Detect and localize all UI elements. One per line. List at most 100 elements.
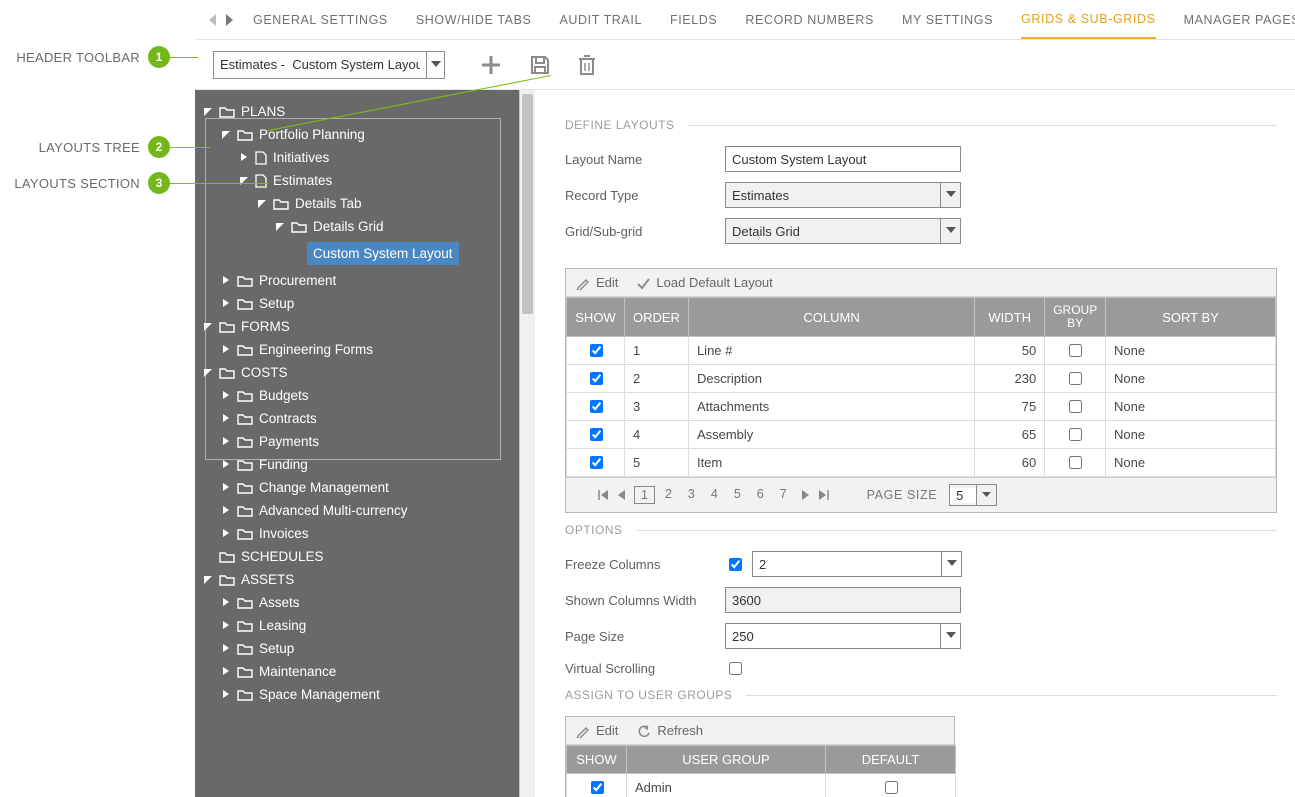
ug-col-default: DEFAULT	[826, 746, 956, 774]
col-width: WIDTH	[975, 298, 1045, 337]
pager-page-7[interactable]: 7	[774, 486, 793, 504]
tree-details-tab[interactable]: Details Tab	[257, 192, 511, 215]
row-column: Line #	[688, 337, 974, 365]
callout-line-1	[168, 57, 198, 58]
pager-last[interactable]	[817, 488, 831, 502]
tabs-scroll-right[interactable]	[221, 13, 237, 27]
row-show-checkbox[interactable]	[590, 372, 603, 385]
pager-page-size-value: 5	[950, 488, 976, 503]
tree-payments[interactable]: Payments	[221, 430, 511, 453]
tree-invoices[interactable]: Invoices	[221, 522, 511, 545]
callout-badge-1: 1	[148, 46, 170, 68]
tree-setup[interactable]: Setup	[221, 292, 511, 315]
row-show-checkbox[interactable]	[590, 456, 603, 469]
layout-select-caret[interactable]	[426, 52, 444, 78]
ug-col-name: USER GROUP	[627, 746, 826, 774]
row-show-checkbox[interactable]	[590, 428, 603, 441]
tab-manager-pages[interactable]: MANAGER PAGES	[1184, 0, 1295, 39]
tree-leasing[interactable]: Leasing	[221, 614, 511, 637]
freeze-columns-select[interactable]: 2	[752, 551, 962, 577]
tab-my-settings[interactable]: MY SETTINGS	[902, 0, 993, 39]
tree-schedules[interactable]: SCHEDULES	[203, 545, 511, 568]
tree-engineering-forms[interactable]: Engineering Forms	[221, 338, 511, 361]
virtual-scrolling-checkbox[interactable]	[729, 662, 742, 675]
row-show-checkbox[interactable]	[590, 344, 603, 357]
tab-grids-sub-grids[interactable]: GRIDS & SUB-GRIDS	[1021, 1, 1156, 40]
tree-funding[interactable]: Funding	[221, 453, 511, 476]
layout-select-value[interactable]	[214, 57, 426, 72]
row-order: 4	[625, 421, 689, 449]
layout-name-input[interactable]	[725, 146, 961, 172]
tree-budgets[interactable]: Budgets	[221, 384, 511, 407]
save-button[interactable]	[529, 54, 551, 76]
pager-page-6[interactable]: 6	[751, 486, 770, 504]
pager-page-5[interactable]: 5	[728, 486, 747, 504]
tree-estimates[interactable]: Estimates	[239, 169, 511, 192]
tree-procurement[interactable]: Procurement	[221, 269, 511, 292]
ug-show-checkbox[interactable]	[591, 781, 604, 794]
callout-badge-3: 3	[148, 172, 170, 194]
tab-fields[interactable]: FIELDS	[670, 0, 717, 39]
row-groupby-checkbox[interactable]	[1069, 344, 1082, 357]
row-sortby: None	[1106, 421, 1276, 449]
row-groupby-checkbox[interactable]	[1069, 372, 1082, 385]
layout-select[interactable]	[213, 51, 445, 79]
tree-custom-system-layout[interactable]: Custom System Layout	[293, 238, 511, 269]
pager-next[interactable]	[799, 488, 811, 502]
tree-portfolio-planning[interactable]: Portfolio Planning	[221, 123, 511, 146]
tree-change-management[interactable]: Change Management	[221, 476, 511, 499]
tree-scroll-thumb[interactable]	[522, 94, 533, 314]
shown-columns-width-label: Shown Columns Width	[565, 593, 725, 608]
option-page-size-label: Page Size	[565, 629, 725, 644]
tab-show-hide-tabs[interactable]: SHOW/HIDE TABS	[416, 0, 532, 39]
row-groupby-checkbox[interactable]	[1069, 400, 1082, 413]
tree-details-grid[interactable]: Details Grid	[275, 215, 511, 238]
tab-audit-trail[interactable]: AUDIT TRAIL	[559, 0, 642, 39]
freeze-columns-label: Freeze Columns	[565, 557, 725, 572]
tree-initiatives[interactable]: Initiatives	[239, 146, 511, 169]
tree-forms[interactable]: FORMS	[203, 315, 511, 338]
ug-edit-button[interactable]: Edit	[576, 723, 618, 738]
delete-button[interactable]	[577, 54, 597, 76]
add-layout-button[interactable]	[479, 53, 503, 77]
pager-page-size-select[interactable]: 5	[949, 484, 997, 506]
tree-assets-sub[interactable]: Assets	[221, 591, 511, 614]
options-title: OPTIONS	[565, 523, 623, 537]
tree-advanced-multi-currency[interactable]: Advanced Multi-currency	[221, 499, 511, 522]
tab-record-numbers[interactable]: RECORD NUMBERS	[745, 0, 874, 39]
load-default-layout-button[interactable]: Load Default Layout	[636, 275, 772, 290]
tree-space-management[interactable]: Space Management	[221, 683, 511, 706]
row-groupby-checkbox[interactable]	[1069, 428, 1082, 441]
row-sortby: None	[1106, 449, 1276, 477]
tab-general-settings[interactable]: GENERAL SETTINGS	[253, 0, 388, 39]
pager-page-3[interactable]: 3	[682, 486, 701, 504]
ug-refresh-button[interactable]: Refresh	[636, 723, 703, 738]
row-width: 60	[975, 449, 1045, 477]
tree-costs[interactable]: COSTS	[203, 361, 511, 384]
tabs-scroll-left[interactable]	[205, 13, 221, 27]
grid-edit-button[interactable]: Edit	[576, 275, 618, 290]
record-type-select[interactable]: Estimates	[725, 182, 961, 208]
grid-subgrid-select[interactable]: Details Grid	[725, 218, 961, 244]
pager-page-2[interactable]: 2	[659, 486, 678, 504]
tree-contracts[interactable]: Contracts	[221, 407, 511, 430]
pager-page-4[interactable]: 4	[705, 486, 724, 504]
tree-setup2[interactable]: Setup	[221, 637, 511, 660]
grid-subgrid-value: Details Grid	[726, 224, 940, 239]
pager-first[interactable]	[596, 488, 610, 502]
tree-maintenance[interactable]: Maintenance	[221, 660, 511, 683]
option-page-size-select[interactable]: 250	[725, 623, 961, 649]
tree-assets[interactable]: ASSETS	[203, 568, 511, 591]
row-groupby-checkbox[interactable]	[1069, 456, 1082, 469]
freeze-columns-checkbox[interactable]	[729, 558, 742, 571]
row-show-checkbox[interactable]	[590, 400, 603, 413]
ug-default-checkbox[interactable]	[885, 781, 898, 794]
tree-scrollbar[interactable]	[519, 90, 535, 797]
pager-prev[interactable]	[616, 488, 628, 502]
grid-subgrid-label: Grid/Sub-grid	[565, 224, 725, 239]
virtual-scrolling-label: Virtual Scrolling	[565, 661, 725, 676]
ug-refresh-label: Refresh	[657, 723, 703, 738]
assign-user-groups-title: ASSIGN TO USER GROUPS	[565, 688, 732, 702]
header-toolbar	[195, 40, 1295, 90]
pager-page-1[interactable]: 1	[634, 486, 655, 504]
